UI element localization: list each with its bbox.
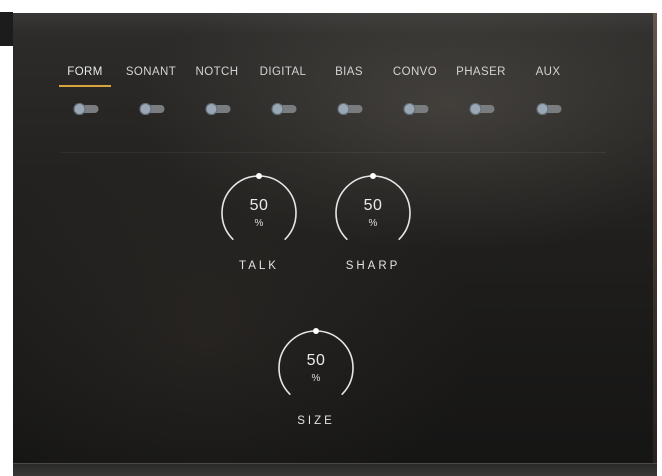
knob-label: TALK bbox=[239, 260, 279, 272]
toggle-bias[interactable] bbox=[337, 103, 363, 115]
toggle-notch[interactable] bbox=[205, 103, 231, 115]
tab-convo[interactable]: CONVO bbox=[393, 66, 437, 78]
tab-sonant[interactable]: SONANT bbox=[126, 66, 176, 78]
effects-panel: FORM SONANT NOTCH DIGITAL BIAS CONVO PHA… bbox=[13, 13, 657, 476]
knob-unit: % bbox=[368, 218, 378, 229]
section-divider bbox=[61, 152, 606, 153]
knob-pointer-dot bbox=[313, 328, 319, 334]
tab-notch[interactable]: NOTCH bbox=[196, 66, 239, 78]
toggle-knob bbox=[205, 103, 218, 115]
tab-aux[interactable]: AUX bbox=[536, 66, 561, 78]
knob-pointer-dot bbox=[256, 173, 262, 179]
toggle-convo[interactable] bbox=[403, 103, 429, 115]
sharp-knob[interactable]: 50 % SHARP bbox=[328, 168, 418, 272]
tab-digital[interactable]: DIGITAL bbox=[260, 66, 307, 78]
toggle-knob bbox=[536, 103, 549, 115]
toggle-phaser[interactable] bbox=[469, 103, 495, 115]
talk-knob[interactable]: 50 % TALK bbox=[214, 168, 304, 272]
toggle-knob bbox=[73, 103, 86, 115]
toggle-knob bbox=[469, 103, 482, 115]
tab-bias[interactable]: BIAS bbox=[335, 66, 363, 78]
toggle-knob bbox=[271, 103, 284, 115]
toggle-knob bbox=[337, 103, 350, 115]
toggle-knob bbox=[139, 103, 152, 115]
toggle-sonant[interactable] bbox=[139, 103, 165, 115]
knob-value: 50 bbox=[249, 197, 269, 214]
toggle-knob bbox=[403, 103, 416, 115]
panel-bottom-bar bbox=[13, 463, 657, 476]
knob-unit: % bbox=[254, 218, 264, 229]
tab-form[interactable]: FORM bbox=[67, 66, 102, 78]
knob-unit: % bbox=[311, 373, 321, 384]
knob-pointer-dot bbox=[370, 173, 376, 179]
size-knob[interactable]: 50 % SIZE bbox=[271, 323, 361, 427]
knob-value: 50 bbox=[363, 197, 383, 214]
window-edge-tab bbox=[0, 12, 13, 46]
tab-phaser[interactable]: PHASER bbox=[456, 66, 506, 78]
active-tab-underline bbox=[59, 85, 111, 87]
knob-label: SIZE bbox=[297, 415, 335, 427]
knob-label: SHARP bbox=[345, 260, 401, 272]
toggle-digital[interactable] bbox=[271, 103, 297, 115]
effect-tab-bar: FORM SONANT NOTCH DIGITAL BIAS CONVO PHA… bbox=[13, 13, 657, 123]
toggle-aux[interactable] bbox=[536, 103, 562, 115]
toggle-form[interactable] bbox=[73, 103, 99, 115]
knob-value: 50 bbox=[306, 352, 326, 369]
